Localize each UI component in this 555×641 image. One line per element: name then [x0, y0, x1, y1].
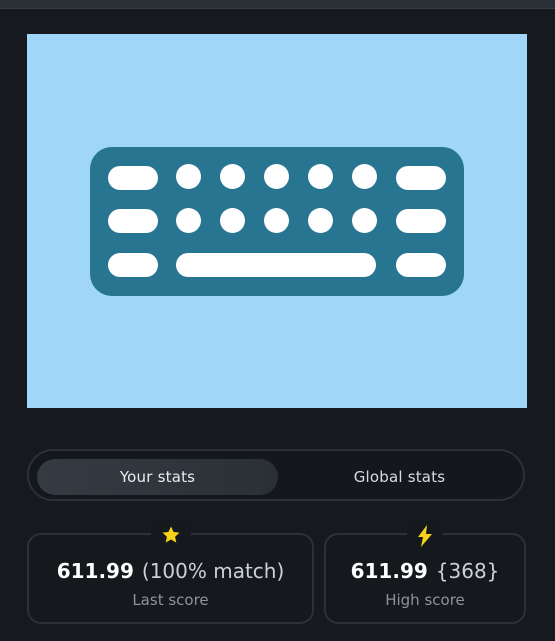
key	[308, 208, 333, 233]
stats-toggle: Your stats Global stats	[27, 449, 525, 501]
bolt-icon	[407, 525, 443, 547]
key	[264, 164, 289, 189]
star-icon	[150, 525, 191, 545]
key	[220, 208, 245, 233]
key	[396, 253, 446, 277]
key	[176, 208, 201, 233]
key	[264, 208, 289, 233]
spacebar-key	[176, 253, 376, 277]
key	[396, 209, 446, 233]
high-score-rank: {368}	[435, 559, 500, 583]
tab-global-stats[interactable]: Global stats	[279, 459, 520, 495]
high-score-card: 611.99 {368} High score	[324, 525, 526, 624]
tab-your-stats[interactable]: Your stats	[37, 459, 278, 495]
last-score-value: 611.99	[56, 559, 134, 583]
key	[108, 253, 158, 277]
key	[108, 209, 158, 233]
key	[396, 166, 446, 190]
last-score-card: 611.99 (100% match) Last score	[27, 525, 314, 624]
keyboard-icon	[90, 147, 464, 296]
last-score-caption: Last score	[132, 591, 209, 609]
high-score-caption: High score	[385, 591, 465, 609]
last-score-match: (100% match)	[141, 559, 285, 583]
key	[176, 164, 201, 189]
key	[352, 164, 377, 189]
key	[220, 164, 245, 189]
high-score-value: 611.99	[350, 559, 428, 583]
key	[352, 208, 377, 233]
key	[308, 164, 333, 189]
top-bar	[0, 0, 555, 9]
key	[108, 166, 158, 190]
